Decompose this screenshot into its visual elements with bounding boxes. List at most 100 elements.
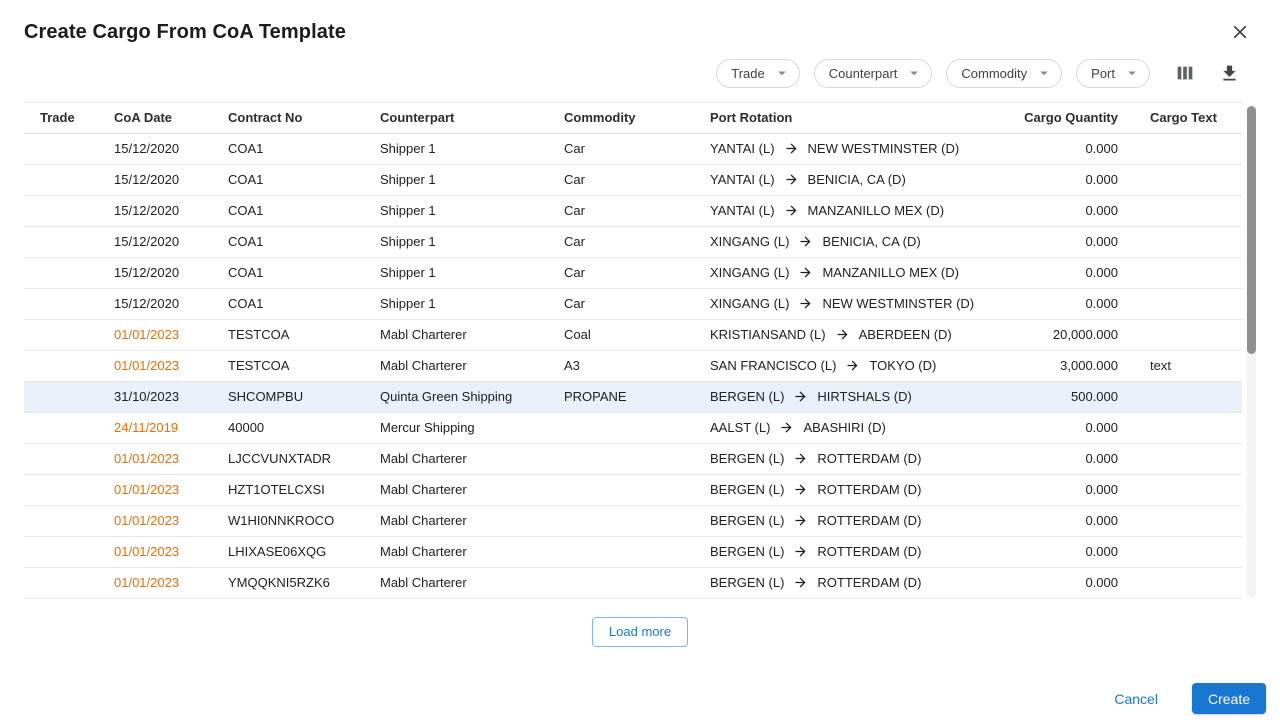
arrow-right-icon: [793, 482, 808, 497]
table-row[interactable]: 24/11/201940000Mercur ShippingAALST (L)A…: [24, 412, 1242, 443]
download-button[interactable]: [1214, 58, 1244, 88]
cell-coa-date: 15/12/2020: [98, 195, 212, 226]
arrow-right-icon: [793, 389, 808, 404]
cell-port-rotation: XINGANG (L)NEW WESTMINSTER (D): [694, 288, 974, 319]
cell-cargo-text: [1134, 381, 1242, 412]
port-discharge: ABERDEEN (D): [859, 328, 952, 343]
table-row[interactable]: 01/01/2023LJCCVUNXTADRMabl ChartererBERG…: [24, 443, 1242, 474]
cell-cargo-text: [1134, 288, 1242, 319]
cell-contract-no: W1HI0NNKROCO: [212, 505, 364, 536]
arrow-right-icon: [784, 141, 799, 156]
cell-counterpart: Mercur Shipping: [364, 412, 548, 443]
cell-cargo-quantity: 0.000: [974, 226, 1134, 257]
cell-trade: [24, 195, 98, 226]
cell-coa-date: 01/01/2023: [98, 319, 212, 350]
cell-coa-date: 15/12/2020: [98, 133, 212, 164]
filter-trade[interactable]: Trade: [716, 59, 799, 88]
cell-port-rotation: BERGEN (L)HIRTSHALS (D): [694, 381, 974, 412]
cell-trade: [24, 350, 98, 381]
cell-trade: [24, 381, 98, 412]
table-row[interactable]: 01/01/2023W1HI0NNKROCOMabl ChartererBERG…: [24, 505, 1242, 536]
table-row[interactable]: 01/01/2023TESTCOAMabl ChartererA3SAN FRA…: [24, 350, 1242, 381]
filter-counterpart[interactable]: Counterpart: [814, 59, 933, 88]
port-load: YANTAI (L): [710, 204, 775, 219]
port-discharge: MANZANILLO MEX (D): [808, 204, 945, 219]
cell-cargo-quantity: 20,000.000: [974, 319, 1134, 350]
cell-commodity: Car: [548, 164, 694, 195]
port-load: BERGEN (L): [710, 576, 784, 591]
cell-cargo-quantity: 0.000: [974, 474, 1134, 505]
scrollbar-thumb[interactable]: [1247, 106, 1256, 354]
port-load: BERGEN (L): [710, 545, 784, 560]
header-trade: Trade: [24, 103, 98, 133]
cell-trade: [24, 536, 98, 567]
cell-cargo-text: [1134, 133, 1242, 164]
port-load: YANTAI (L): [710, 142, 775, 157]
cell-coa-date: 01/01/2023: [98, 505, 212, 536]
cell-contract-no: COA1: [212, 257, 364, 288]
cell-cargo-text: [1134, 226, 1242, 257]
port-discharge: NEW WESTMINSTER (D): [808, 142, 960, 157]
header-coa-date: CoA Date: [98, 103, 212, 133]
port-discharge: ROTTERDAM (D): [817, 452, 921, 467]
table-row[interactable]: 15/12/2020COA1Shipper 1CarYANTAI (L)NEW …: [24, 133, 1242, 164]
cell-coa-date: 31/10/2023: [98, 381, 212, 412]
cell-cargo-text: [1134, 164, 1242, 195]
cancel-button[interactable]: Cancel: [1106, 685, 1166, 713]
cell-coa-date: 01/01/2023: [98, 443, 212, 474]
cell-commodity: [548, 536, 694, 567]
table-row[interactable]: 01/01/2023YMQQKNI5RZK6Mabl ChartererBERG…: [24, 567, 1242, 598]
port-load: KRISTIANSAND (L): [710, 328, 826, 343]
table-row[interactable]: 01/01/2023HZT1OTELCXSIMabl ChartererBERG…: [24, 474, 1242, 505]
columns-button[interactable]: [1170, 58, 1200, 88]
cell-trade: [24, 319, 98, 350]
port-load: XINGANG (L): [710, 266, 789, 281]
cell-port-rotation: KRISTIANSAND (L) ABERDEEN (D): [694, 319, 974, 350]
cell-commodity: [548, 412, 694, 443]
cell-trade: [24, 443, 98, 474]
port-load: BERGEN (L): [710, 390, 784, 405]
close-button[interactable]: [1224, 16, 1256, 48]
cell-cargo-quantity: 0.000: [974, 164, 1134, 195]
cell-cargo-quantity: 0.000: [974, 288, 1134, 319]
coa-table: Trade CoA Date Contract No Counterpart C…: [24, 102, 1242, 599]
cell-cargo-quantity: 0.000: [974, 536, 1134, 567]
cell-commodity: [548, 443, 694, 474]
cell-cargo-quantity: 3,000.000: [974, 350, 1134, 381]
cell-coa-date: 01/01/2023: [98, 567, 212, 598]
table-row[interactable]: 15/12/2020COA1Shipper 1CarYANTAI (L)BENI…: [24, 164, 1242, 195]
cell-port-rotation: YANTAI (L) MANZANILLO MEX (D): [694, 195, 974, 226]
table-row[interactable]: 01/01/2023TESTCOAMabl ChartererCoalKRIST…: [24, 319, 1242, 350]
table-row[interactable]: 15/12/2020COA1Shipper 1CarXINGANG (L)BEN…: [24, 226, 1242, 257]
cell-commodity: A3: [548, 350, 694, 381]
port-discharge: ABASHIRI (D): [803, 421, 885, 436]
filter-trade-label: Trade: [731, 66, 764, 81]
table-row[interactable]: 31/10/2023SHCOMPBUQuinta Green ShippingP…: [24, 381, 1242, 412]
cell-contract-no: TESTCOA: [212, 319, 364, 350]
load-more-button[interactable]: Load more: [592, 617, 688, 647]
scrollbar-track[interactable]: [1247, 106, 1256, 598]
cell-cargo-quantity: 0.000: [974, 567, 1134, 598]
table-row[interactable]: 15/12/2020COA1Shipper 1CarYANTAI (L)MANZ…: [24, 195, 1242, 226]
table-row[interactable]: 01/01/2023LHIXASE06XQGMabl ChartererBERG…: [24, 536, 1242, 567]
table-row[interactable]: 15/12/2020COA1Shipper 1CarXINGANG (L)NEW…: [24, 288, 1242, 319]
port-load: AALST (L): [710, 421, 770, 436]
cell-port-rotation: BERGEN (L)ROTTERDAM (D): [694, 443, 974, 474]
cell-coa-date: 24/11/2019: [98, 412, 212, 443]
cell-counterpart: Shipper 1: [364, 288, 548, 319]
cell-cargo-text: [1134, 319, 1242, 350]
arrow-right-icon: [793, 575, 808, 590]
cell-port-rotation: BERGEN (L)ROTTERDAM (D): [694, 567, 974, 598]
filter-counterpart-label: Counterpart: [829, 66, 898, 81]
arrow-right-icon: [798, 234, 813, 249]
arrow-right-icon: [793, 513, 808, 528]
cell-commodity: Car: [548, 226, 694, 257]
cell-coa-date: 15/12/2020: [98, 226, 212, 257]
cell-contract-no: COA1: [212, 133, 364, 164]
cell-contract-no: COA1: [212, 164, 364, 195]
create-button[interactable]: Create: [1192, 683, 1266, 714]
filter-port[interactable]: Port: [1076, 59, 1150, 88]
filter-commodity[interactable]: Commodity: [946, 59, 1062, 88]
table-row[interactable]: 15/12/2020COA1Shipper 1CarXINGANG (L)MAN…: [24, 257, 1242, 288]
port-discharge: MANZANILLO MEX (D): [822, 266, 959, 281]
